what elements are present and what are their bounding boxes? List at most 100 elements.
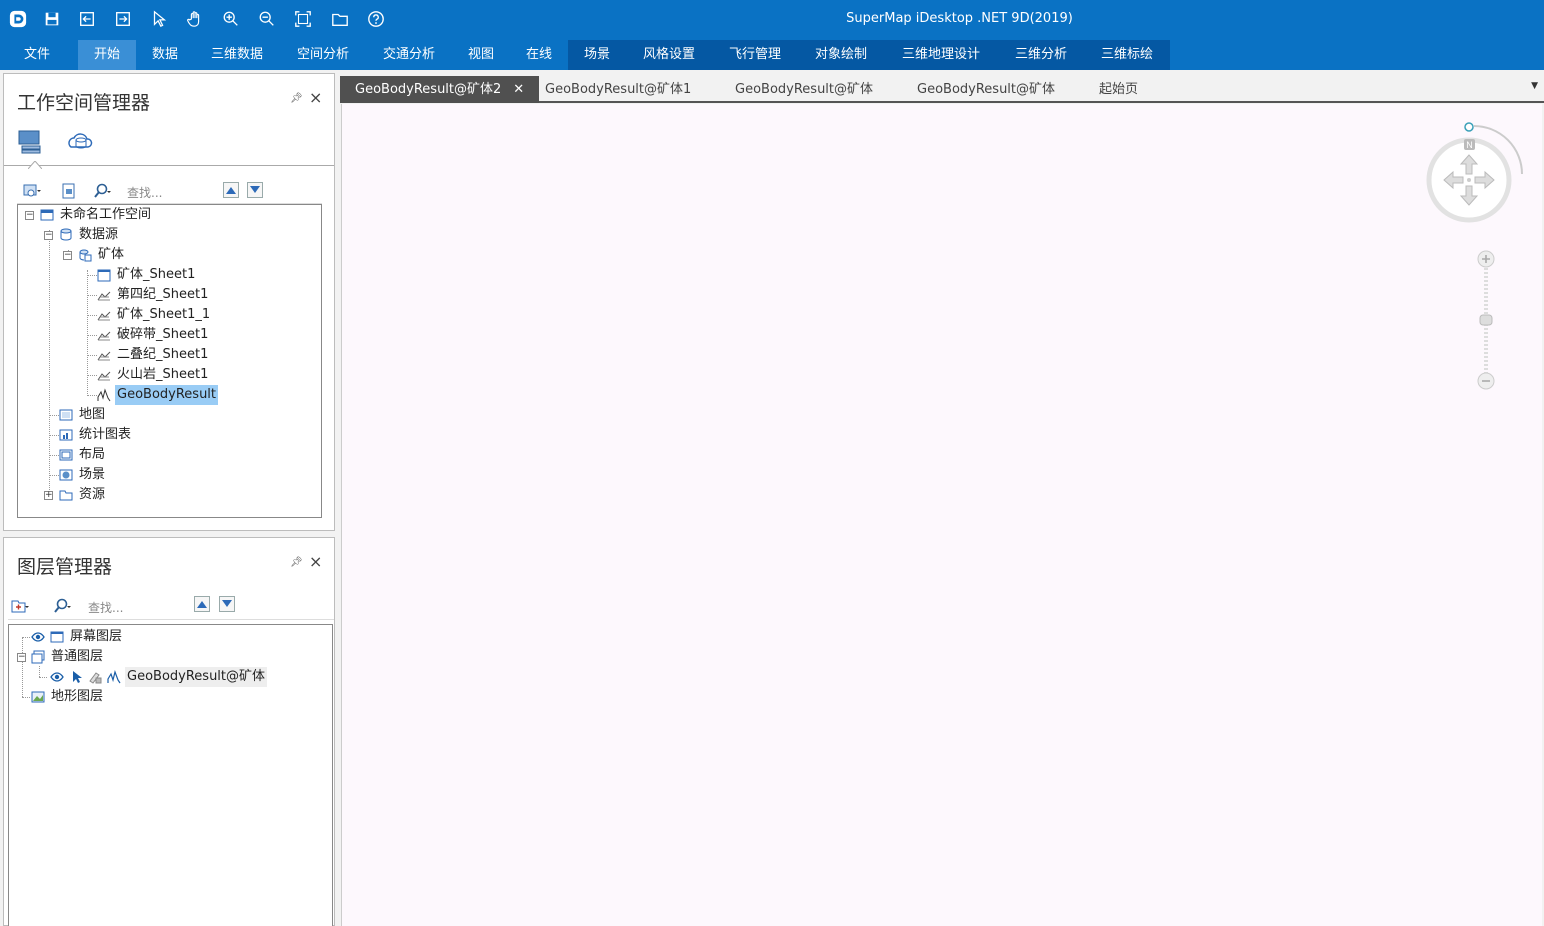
collapse-toggle[interactable]: − bbox=[44, 231, 53, 240]
tree-node-dataset[interactable]: 第四纪_Sheet1 bbox=[96, 285, 210, 305]
menu-spatial-analysis[interactable]: 空间分析 bbox=[287, 40, 359, 70]
selectable-icon[interactable] bbox=[68, 669, 84, 685]
menu-3d-data[interactable]: 三维数据 bbox=[201, 40, 273, 70]
tab-geobody[interactable]: GeoBodyResult@矿体 bbox=[720, 76, 888, 103]
navigation-compass[interactable]: N bbox=[1424, 118, 1524, 228]
menu-data[interactable]: 数据 bbox=[142, 40, 188, 70]
tree-node-label: 破碎带_Sheet1 bbox=[117, 327, 209, 342]
tree-node-label: 地图 bbox=[79, 407, 106, 422]
tab-start-page[interactable]: 起始页 bbox=[1084, 76, 1153, 103]
new-document-icon[interactable] bbox=[57, 181, 81, 201]
menu-online[interactable]: 在线 bbox=[516, 40, 562, 70]
tabular-dataset-icon bbox=[96, 267, 112, 283]
editable-lock-icon[interactable] bbox=[87, 669, 103, 685]
pin-icon[interactable]: 📌︎ bbox=[290, 557, 303, 569]
menu-3d-geo-design[interactable]: 三维地理设计 bbox=[891, 40, 991, 70]
tab-label: 起始页 bbox=[1099, 82, 1139, 97]
tree-node-datasources[interactable]: 数据源 bbox=[58, 225, 120, 245]
layer-label: 地形图层 bbox=[51, 689, 104, 704]
menu-home[interactable]: 开始 bbox=[78, 40, 136, 70]
tree-node-label: 火山岩_Sheet1 bbox=[117, 367, 209, 382]
tree-node-dataset[interactable]: 火山岩_Sheet1 bbox=[96, 365, 210, 385]
scene-view[interactable]: N bbox=[341, 104, 1542, 926]
datasource-icon bbox=[77, 247, 93, 263]
tab-geobody-1[interactable]: GeoBodyResult@矿体1 bbox=[530, 76, 706, 103]
tree-node-dataset[interactable]: 二叠纪_Sheet1 bbox=[96, 345, 210, 365]
tin-dataset-icon bbox=[96, 347, 112, 363]
tree-node-label: 场景 bbox=[79, 467, 106, 482]
layer-label: 屏幕图层 bbox=[70, 629, 123, 644]
tree-node-label: 布局 bbox=[79, 447, 106, 462]
tab-indicator-icon bbox=[27, 158, 43, 170]
tab-label: GeoBodyResult@矿体2 bbox=[355, 82, 502, 97]
menu-file[interactable]: 文件 bbox=[14, 40, 60, 70]
menu-scene[interactable]: 场景 bbox=[574, 40, 620, 70]
layer-geobody[interactable]: GeoBodyResult@矿体 bbox=[49, 667, 268, 687]
tree-node-dataset[interactable]: 矿体_Sheet1 bbox=[96, 265, 197, 285]
tab-label: GeoBodyResult@矿体 bbox=[917, 82, 1056, 97]
layer-terrain[interactable]: 地形图层 bbox=[30, 687, 105, 707]
search-icon[interactable] bbox=[90, 181, 114, 201]
tree-node-dataset[interactable]: 破碎带_Sheet1 bbox=[96, 325, 210, 345]
panel-title: 工作空间管理器 bbox=[17, 92, 151, 114]
tree-node-label: 矿体_Sheet1 bbox=[117, 267, 196, 282]
tree-node-dataset[interactable]: 矿体_Sheet1_1 bbox=[96, 305, 212, 325]
tin-dataset-icon bbox=[96, 367, 112, 383]
menu-object-drawing[interactable]: 对象绘制 bbox=[805, 40, 877, 70]
layer-normal-group[interactable]: 普通图层 bbox=[30, 647, 105, 667]
tree-node-label: 资源 bbox=[79, 487, 106, 502]
panel-title: 图层管理器 bbox=[17, 556, 113, 578]
workspace-tree: − 未命名工作空间 − 数据源 − 矿体 矿体_Sheet1 第四纪_Sheet… bbox=[17, 204, 322, 518]
tree-node-layouts[interactable]: 布局 bbox=[58, 445, 107, 465]
workspace-tab-icon[interactable] bbox=[16, 127, 44, 155]
add-layer-icon[interactable] bbox=[8, 596, 32, 616]
tree-connector bbox=[87, 270, 88, 396]
app-title: SuperMap iDesktop .NET 9D(2019) bbox=[846, 11, 1073, 26]
collapse-toggle[interactable]: − bbox=[25, 211, 34, 220]
move-down-button[interactable] bbox=[219, 596, 235, 612]
collapse-toggle[interactable]: − bbox=[63, 251, 72, 260]
zoom-slider[interactable] bbox=[1476, 248, 1496, 392]
cloud-database-icon[interactable] bbox=[66, 127, 94, 155]
compass-north-label: N bbox=[1466, 140, 1473, 150]
menu-flight-management[interactable]: 飞行管理 bbox=[719, 40, 791, 70]
tree-node-charts[interactable]: 统计图表 bbox=[58, 425, 133, 445]
close-icon[interactable]: × bbox=[309, 552, 322, 571]
title-bar: SuperMap iDesktop .NET 9D(2019) bbox=[0, 0, 1544, 40]
scene-icon bbox=[58, 467, 74, 483]
tree-node-scenes[interactable]: 场景 bbox=[58, 465, 107, 485]
chevron-down-icon[interactable]: ▼ bbox=[1531, 81, 1538, 91]
tree-node-workspace[interactable]: 未命名工作空间 bbox=[39, 205, 153, 225]
collapse-toggle[interactable]: − bbox=[17, 653, 26, 662]
search-icon[interactable] bbox=[50, 596, 74, 616]
view-options-icon[interactable] bbox=[20, 181, 44, 201]
volume-dataset-icon bbox=[96, 387, 112, 403]
expand-toggle[interactable]: + bbox=[44, 491, 53, 500]
tree-node-maps[interactable]: 地图 bbox=[58, 405, 107, 425]
tree-node-dataset-selected[interactable]: GeoBodyResult bbox=[96, 385, 219, 405]
document-tab-strip: GeoBodyResult@矿体2 ✕ GeoBodyResult@矿体1 Geo… bbox=[340, 73, 1544, 103]
visibility-eye-icon[interactable] bbox=[49, 669, 65, 685]
layer-tree: 屏幕图层 − 普通图层 GeoBodyResult@矿体 地形图层 bbox=[8, 624, 333, 926]
search-input[interactable]: 查找... bbox=[88, 599, 123, 616]
move-down-button[interactable] bbox=[247, 182, 263, 198]
move-up-button[interactable] bbox=[223, 182, 239, 198]
layer-group-icon bbox=[30, 649, 46, 665]
menu-style-settings[interactable]: 风格设置 bbox=[633, 40, 705, 70]
search-input[interactable]: 查找... bbox=[127, 184, 162, 201]
tree-node-resources[interactable]: 资源 bbox=[58, 485, 107, 505]
close-icon[interactable]: × bbox=[309, 88, 322, 107]
divider bbox=[4, 165, 334, 166]
pin-icon[interactable]: 📌︎ bbox=[290, 93, 303, 105]
close-tab-icon[interactable]: ✕ bbox=[513, 82, 524, 97]
layer-screen[interactable]: 屏幕图层 bbox=[30, 627, 124, 647]
tab-geobody-2[interactable]: GeoBodyResult@矿体2 ✕ bbox=[340, 76, 540, 103]
menu-3d-analysis[interactable]: 三维分析 bbox=[1005, 40, 1077, 70]
move-up-button[interactable] bbox=[194, 596, 210, 612]
menu-view[interactable]: 视图 bbox=[458, 40, 504, 70]
menu-3d-plotting[interactable]: 三维标绘 bbox=[1091, 40, 1163, 70]
tree-node-datasource[interactable]: 矿体 bbox=[77, 245, 126, 265]
tab-geobody-alt[interactable]: GeoBodyResult@矿体 bbox=[902, 76, 1070, 103]
visibility-eye-icon[interactable] bbox=[30, 629, 46, 645]
menu-traffic-analysis[interactable]: 交通分析 bbox=[373, 40, 445, 70]
